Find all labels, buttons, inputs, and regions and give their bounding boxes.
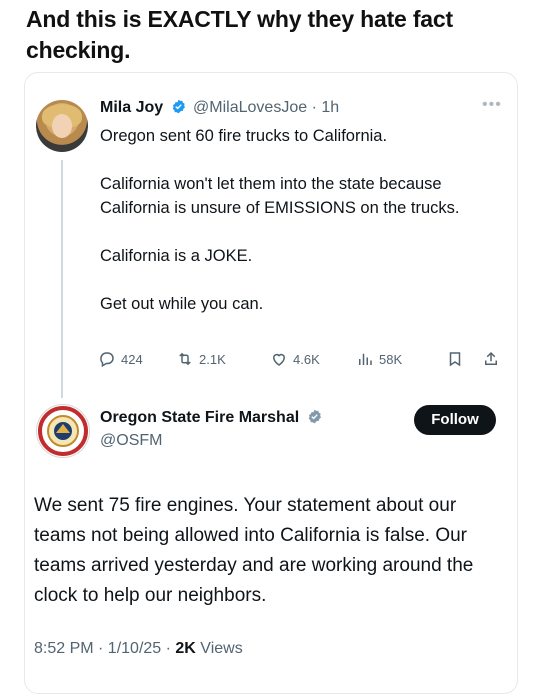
more-icon[interactable]: ••• <box>482 96 502 114</box>
tweet-line: California is a JOKE. <box>100 247 253 265</box>
thread-line <box>61 160 63 398</box>
share-button[interactable] <box>482 350 505 368</box>
views-button[interactable]: 58K <box>356 350 402 368</box>
bookmark-button[interactable] <box>446 350 469 368</box>
bookmark-icon <box>449 352 461 367</box>
repost-icon <box>179 352 191 366</box>
share-icon <box>485 351 497 365</box>
like-icon <box>272 353 286 366</box>
tweet-line: Get out while you can. <box>100 295 264 313</box>
tweet-header: Mila Joy @MilaLovesJoe · 1h <box>100 98 339 118</box>
avatar-face <box>52 114 72 138</box>
tweet-line: Oregon sent 60 fire trucks to California… <box>100 127 388 145</box>
verified-badge-icon <box>308 409 321 424</box>
tweet-line: California won't let them into the state… <box>100 175 460 217</box>
reply-author: Oregon State Fire Marshal <box>100 409 325 427</box>
reply-body: We sent 75 fire engines. Your statement … <box>34 495 474 606</box>
repost-count: 2.1K <box>199 351 226 367</box>
reply-views-label: Views <box>195 640 243 657</box>
reply-meta: 8:52 PM · 1/10/25 · 2K Views <box>34 640 243 658</box>
reply-count: 424 <box>121 351 143 367</box>
post-caption: And this is EXACTLY why they hate fact c… <box>26 6 453 63</box>
reply-icon <box>100 352 114 368</box>
views-icon <box>359 353 372 365</box>
verified-badge-icon <box>172 99 185 114</box>
reply-handle[interactable]: @OSFM <box>100 432 162 450</box>
reply-timestamp[interactable]: 8:52 PM · 1/10/25 · <box>34 640 175 657</box>
tweet-actions: 424 2.1K 4.6K 58K <box>98 350 518 372</box>
author-name[interactable]: Mila Joy <box>100 99 163 116</box>
dot-separator: · <box>311 99 322 116</box>
views-count: 58K <box>379 351 403 367</box>
seal-logo-icon <box>38 406 88 456</box>
avatar-osfm[interactable] <box>36 404 90 458</box>
author-handle[interactable]: @MilaLovesJoe <box>193 99 307 116</box>
repost-button[interactable]: 2.1K <box>176 350 226 368</box>
follow-button[interactable]: Follow <box>414 405 496 435</box>
avatar-mila-joy[interactable] <box>36 100 88 152</box>
reply-button[interactable]: 424 <box>98 350 143 368</box>
reply-author-name[interactable]: Oregon State Fire Marshal <box>100 409 299 426</box>
like-count: 4.6K <box>293 351 320 367</box>
tweet-time[interactable]: 1h <box>321 99 339 116</box>
reply-views-count: 2K <box>175 640 196 657</box>
like-button[interactable]: 4.6K <box>270 350 320 368</box>
tweet-body: Oregon sent 60 fire trucks to California… <box>100 124 510 316</box>
